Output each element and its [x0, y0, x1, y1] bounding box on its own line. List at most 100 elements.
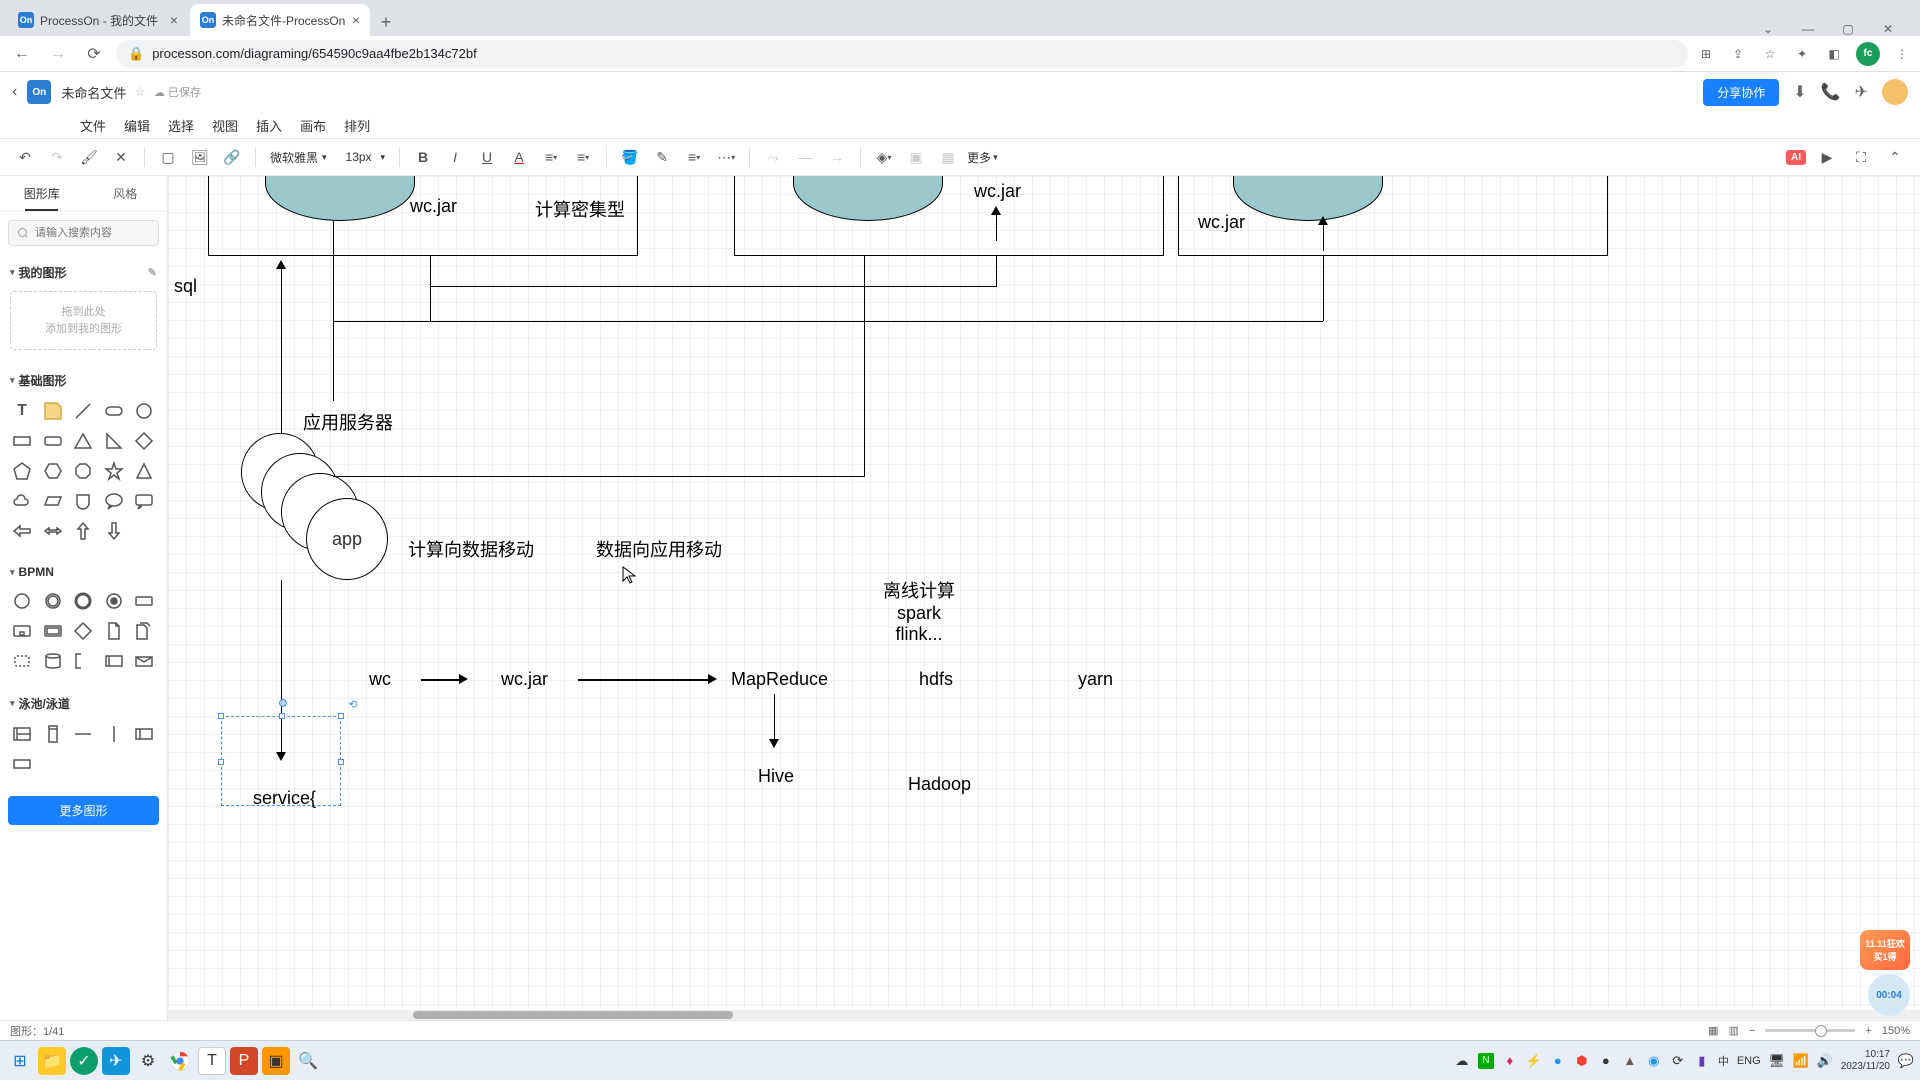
layers-button[interactable]: ◈▾ [871, 144, 897, 170]
link-button[interactable]: 🔗 [219, 144, 245, 170]
taskbar-app[interactable]: ✓ [70, 1047, 98, 1075]
shape-star[interactable] [102, 459, 126, 483]
border-style-button[interactable]: ≡▾ [681, 144, 707, 170]
diagram-label[interactable]: 计算密集型 [535, 196, 625, 222]
tray-display-icon[interactable]: 🖥 [1769, 1053, 1785, 1069]
shape-bpmn-group[interactable] [10, 649, 34, 673]
tray-icon[interactable]: ⚡ [1526, 1053, 1542, 1069]
rotate-handle-icon[interactable]: ⟲ [346, 697, 360, 711]
redo-button[interactable]: ↷ [44, 144, 70, 170]
shape-bpmn-subprocess[interactable] [10, 619, 34, 643]
shape-lane-header[interactable] [132, 722, 156, 746]
share-button[interactable]: 分享协作 [1703, 79, 1779, 106]
download-icon[interactable]: ⬇ [1793, 82, 1806, 102]
shape-bpmn-data-multi[interactable] [132, 619, 156, 643]
address-bar[interactable]: 🔒 processon.com/diagraming/654590c9aa4fb… [116, 40, 1688, 68]
reload-button[interactable]: ⟳ [80, 40, 108, 68]
diagram-label[interactable]: MapReduce [731, 669, 828, 690]
zoom-slider[interactable] [1765, 1029, 1855, 1032]
diagram-label[interactable]: 应用服务器 [303, 409, 393, 435]
shape-rounded-rect[interactable] [102, 399, 126, 423]
shape-bpmn-intermediate[interactable] [41, 589, 65, 613]
taskbar-app[interactable]: T [198, 1047, 226, 1075]
maximize-button[interactable]: ▢ [1836, 22, 1860, 36]
section-my-shapes[interactable]: 我的图形 ✎ [10, 260, 157, 285]
shape-rect-round[interactable] [41, 429, 65, 453]
diagram-label[interactable]: wc.jar [1198, 212, 1245, 233]
diagram-label[interactable]: hdfs [919, 669, 953, 690]
diagram-label[interactable]: wc.jar [501, 669, 548, 690]
shape-right-triangle[interactable] [102, 429, 126, 453]
shape-pool-v[interactable] [41, 722, 65, 746]
tab-dropdown-icon[interactable]: ⌄ [1756, 22, 1780, 36]
arrow-button[interactable]: → [824, 144, 850, 170]
shape-text[interactable]: T [10, 399, 34, 423]
extensions-icon[interactable]: ✦ [1792, 47, 1812, 61]
taskbar-settings[interactable]: ⚙ [134, 1047, 162, 1075]
diagram-label[interactable]: sql [174, 276, 197, 297]
shape-shield[interactable] [71, 489, 95, 513]
image-button[interactable]: 🖼 [187, 144, 213, 170]
taskbar-app[interactable]: ✈ [102, 1047, 130, 1075]
tray-clock[interactable]: 10:17 2023/11/20 [1841, 1049, 1890, 1073]
text-color-button[interactable]: A [506, 144, 532, 170]
shape-lane-sep[interactable] [71, 722, 95, 746]
shape-cloud[interactable] [10, 489, 34, 513]
bookmark-icon[interactable]: ☆ [1760, 47, 1780, 61]
section-bpmn[interactable]: BPMN [10, 561, 157, 583]
line-button[interactable]: — [792, 144, 818, 170]
menu-insert[interactable]: 插入 [256, 116, 282, 135]
shape-bpmn-annotation[interactable] [71, 649, 95, 673]
diagram-label[interactable]: wc.jar [410, 196, 457, 217]
document-title[interactable]: 未命名文件 [61, 83, 126, 102]
phone-icon[interactable]: 📞 [1821, 82, 1841, 102]
section-basic-shapes[interactable]: 基础图形 [10, 368, 157, 393]
tab-style[interactable]: 风格 [84, 176, 168, 211]
sidepanel-icon[interactable]: ◧ [1824, 47, 1844, 61]
taskbar-app[interactable]: ▣ [262, 1047, 290, 1075]
menu-arrange[interactable]: 排列 [344, 116, 370, 135]
zoom-in-button[interactable]: + [1865, 1025, 1871, 1037]
present-button[interactable]: ▶ [1814, 144, 1840, 170]
section-swimlane[interactable]: 泳池/泳道 [10, 691, 157, 716]
clear-format-button[interactable]: ✕ [108, 144, 134, 170]
shape-pentagon[interactable] [10, 459, 34, 483]
underline-button[interactable]: U [474, 144, 500, 170]
browser-tab-2[interactable]: On 未命名文件-ProcessOn × [190, 4, 370, 36]
shape-arrow-left[interactable] [10, 519, 34, 543]
shape-bpmn-data[interactable] [102, 619, 126, 643]
shape-trapezoid[interactable] [132, 459, 156, 483]
tab-shape-library[interactable]: 图形库 [0, 176, 84, 211]
shape-bpmn-datastore[interactable] [41, 649, 65, 673]
canvas-viewport[interactable]: wc.jar 计算密集型 wc.jar wc.jar sql [168, 176, 1920, 1020]
diagram-label[interactable]: yarn [1078, 669, 1113, 690]
tray-lang[interactable]: ENG [1737, 1055, 1761, 1067]
menu-view[interactable]: 视图 [212, 116, 238, 135]
diagram-label[interactable]: 数据向应用移动 [596, 536, 722, 562]
send-icon[interactable]: ✈ [1855, 82, 1868, 102]
collapse-button[interactable]: ⌃ [1882, 144, 1908, 170]
star-icon[interactable]: ☆ [134, 84, 146, 100]
font-family-select[interactable]: 微软雅黑▾ [266, 149, 331, 166]
tray-notifications-icon[interactable]: 💬 [1898, 1053, 1914, 1069]
taskbar-explorer[interactable]: 📁 [38, 1047, 66, 1075]
diagram-label[interactable]: Hive [758, 766, 794, 787]
shape-parallelogram[interactable] [41, 489, 65, 513]
tray-icon[interactable]: ♦ [1502, 1053, 1518, 1069]
edit-icon[interactable]: ✎ [148, 266, 157, 279]
fill-color-button[interactable]: 🪣 [617, 144, 643, 170]
profile-avatar[interactable]: fc [1856, 42, 1880, 66]
shape-octagon[interactable] [71, 459, 95, 483]
user-avatar[interactable] [1882, 79, 1908, 105]
more-button[interactable]: 更多▾ [967, 149, 998, 166]
taskbar-powerpoint[interactable]: P [230, 1047, 258, 1075]
timer-badge[interactable]: 00:04 [1868, 974, 1910, 1016]
shape-arrow-down[interactable] [102, 519, 126, 543]
tray-icon[interactable]: ◉ [1646, 1053, 1662, 1069]
promo-badge[interactable]: 11.11狂欢 买1得 [1860, 930, 1910, 970]
menu-icon[interactable]: ⋮ [1892, 47, 1912, 61]
close-icon[interactable]: × [170, 12, 178, 28]
menu-file[interactable]: 文件 [80, 116, 106, 135]
taskbar-chrome[interactable] [166, 1047, 194, 1075]
tray-volume-icon[interactable]: 🔊 [1817, 1053, 1833, 1069]
